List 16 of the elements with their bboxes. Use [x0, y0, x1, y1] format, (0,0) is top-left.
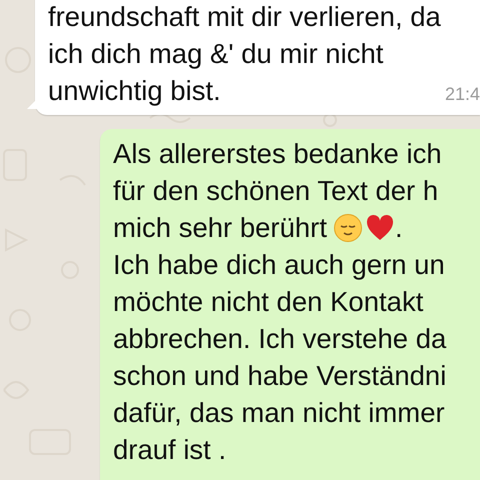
message-text: unwichtig bist.: [48, 74, 221, 108]
message-text: dafür, das man nicht immer: [113, 396, 445, 430]
message-text: mich sehr berührt: [113, 211, 327, 245]
message-text: möchte nicht den Kontakt: [113, 285, 424, 319]
message-text: Ich habe dich auch gern un: [113, 248, 445, 282]
message-text: .: [394, 211, 403, 245]
relieved-face-icon: [332, 212, 363, 242]
message-text: Als allererstes bedanke ich: [113, 137, 442, 171]
message-text: schon und habe Verständni: [113, 359, 446, 393]
message-text: abbrechen. Ich verstehe da: [113, 322, 446, 356]
message-text: freundschaft mit dir verlieren, da: [48, 0, 441, 34]
message-text: drauf ist .: [113, 433, 226, 467]
message-text: ich dich mag &' du mir nicht: [48, 37, 384, 71]
message-text: für den schönen Text der h: [113, 174, 438, 208]
message-time: 21:4: [444, 83, 480, 105]
heart-icon: [364, 212, 395, 242]
